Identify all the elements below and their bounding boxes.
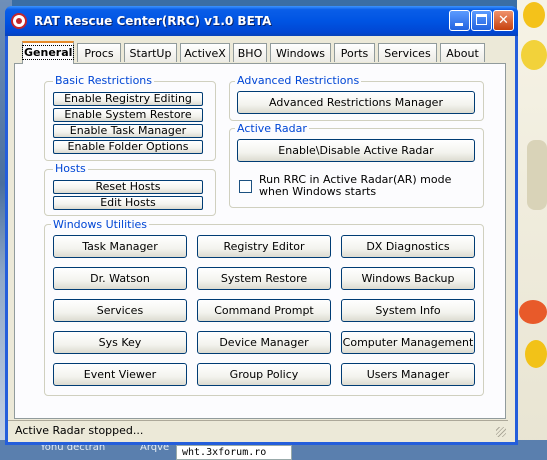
- title-bar[interactable]: RAT Rescue Center(RRC) v1.0 BETA ✕: [5, 6, 518, 36]
- enable-system-restore-button[interactable]: Enable System Restore: [53, 108, 203, 122]
- enable-folder-options-button[interactable]: Enable Folder Options: [53, 140, 203, 154]
- desktop-background-right: [517, 0, 547, 460]
- taskbar-item[interactable]: wht.3xforum.ro: [176, 445, 292, 460]
- tab-about[interactable]: About: [440, 43, 485, 62]
- registry-editor-button[interactable]: Registry Editor: [197, 235, 331, 258]
- event-viewer-button[interactable]: Event Viewer: [53, 363, 187, 386]
- hosts-label: Hosts: [53, 162, 88, 175]
- tab-procs[interactable]: Procs: [77, 43, 121, 62]
- tab-windows[interactable]: Windows: [270, 43, 331, 62]
- maximize-icon: [476, 14, 487, 25]
- users-manager-button[interactable]: Users Manager: [341, 363, 475, 386]
- reset-hosts-button[interactable]: Reset Hosts: [53, 180, 203, 194]
- tab-services[interactable]: Services: [378, 43, 437, 62]
- device-manager-button[interactable]: Device Manager: [197, 331, 331, 354]
- status-bar: Active Radar stopped...: [8, 420, 508, 439]
- main-window: RAT Rescue Center(RRC) v1.0 BETA ✕ Gener…: [5, 6, 518, 445]
- close-button[interactable]: ✕: [493, 10, 514, 31]
- tab-activex[interactable]: ActiveX: [180, 43, 230, 62]
- active-radar-label: Active Radar: [235, 122, 309, 135]
- advanced-restrictions-manager-button[interactable]: Advanced Restrictions Manager: [237, 91, 475, 114]
- sys-key-button[interactable]: Sys Key: [53, 331, 187, 354]
- services-button[interactable]: Services: [53, 299, 187, 322]
- command-prompt-button[interactable]: Command Prompt: [197, 299, 331, 322]
- advanced-restrictions-label: Advanced Restrictions: [235, 74, 362, 87]
- dx-diagnostics-button[interactable]: DX Diagnostics: [341, 235, 475, 258]
- active-radar-startup-checkbox[interactable]: [239, 180, 252, 193]
- edit-hosts-button[interactable]: Edit Hosts: [53, 196, 203, 210]
- status-text: Active Radar stopped...: [15, 424, 144, 437]
- minimize-button[interactable]: [449, 10, 470, 31]
- resize-grip-icon[interactable]: [496, 427, 506, 437]
- maximize-button[interactable]: [471, 10, 492, 31]
- window-title: RAT Rescue Center(RRC) v1.0 BETA: [34, 14, 272, 28]
- windows-backup-button[interactable]: Windows Backup: [341, 267, 475, 290]
- active-radar-startup-label[interactable]: Run RRC in Active Radar(AR) mode when Wi…: [259, 174, 474, 198]
- enable-registry-editing-button[interactable]: Enable Registry Editing: [53, 92, 203, 106]
- close-icon: ✕: [498, 13, 509, 28]
- tab-bho[interactable]: BHO: [233, 43, 267, 62]
- minimize-icon: [455, 23, 463, 26]
- enable-disable-active-radar-button[interactable]: Enable\Disable Active Radar: [237, 139, 475, 162]
- group-policy-button[interactable]: Group Policy: [197, 363, 331, 386]
- computer-management-button[interactable]: Computer Management: [341, 331, 475, 354]
- task-manager-button[interactable]: Task Manager: [53, 235, 187, 258]
- app-icon: [11, 13, 27, 29]
- dr-watson-button[interactable]: Dr. Watson: [53, 267, 187, 290]
- system-restore-button[interactable]: System Restore: [197, 267, 331, 290]
- windows-utilities-label: Windows Utilities: [51, 218, 149, 231]
- tab-general[interactable]: General: [21, 41, 75, 64]
- tab-ports[interactable]: Ports: [334, 43, 375, 62]
- basic-restrictions-label: Basic Restrictions: [53, 74, 155, 87]
- tab-startup[interactable]: StartUp: [124, 43, 177, 62]
- enable-task-manager-button[interactable]: Enable Task Manager: [53, 124, 203, 138]
- system-info-button[interactable]: System Info: [341, 299, 475, 322]
